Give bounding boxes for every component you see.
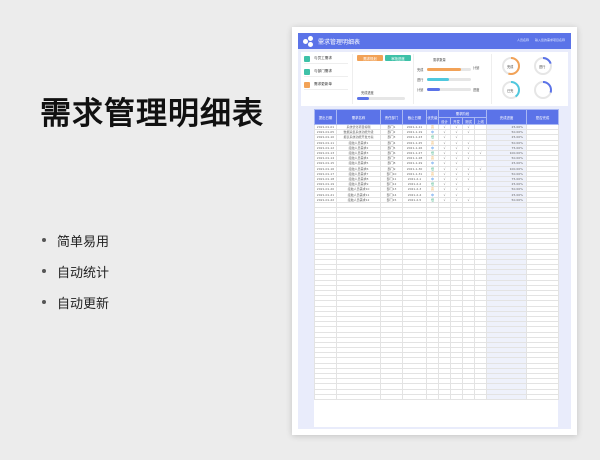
nav-label: 与员工需求 bbox=[314, 56, 332, 60]
nav-label: 与部门需求 bbox=[314, 69, 332, 73]
update-icon bbox=[304, 81, 310, 88]
cell-empty[interactable] bbox=[426, 393, 439, 400]
cell-date[interactable]: 2021-01-14 bbox=[314, 155, 337, 162]
cell-date[interactable]: 2021-01-16 bbox=[314, 165, 337, 172]
bar-fill bbox=[427, 88, 441, 91]
nav-item-update[interactable]: 需求更新单 bbox=[304, 80, 348, 90]
cell-empty[interactable] bbox=[336, 393, 381, 400]
cell-date[interactable]: 2021-01-13 bbox=[314, 149, 337, 157]
bar-label: 计划 bbox=[417, 88, 424, 92]
header-field-user[interactable]: 人员名称 bbox=[517, 38, 529, 42]
cell-empty[interactable] bbox=[380, 393, 403, 400]
table-row-empty[interactable] bbox=[314, 393, 559, 400]
stage-sub-test: 测试 bbox=[462, 117, 475, 125]
stage-sub-launch: 上线 bbox=[474, 117, 487, 125]
divider bbox=[352, 54, 353, 104]
col-header-due: 截止日期 bbox=[402, 109, 427, 125]
bar-track bbox=[427, 88, 471, 91]
dashboard-panel: 与员工需求 与部门需求 需求更新单 需求规划 审批进度 完成进度 需求数量 完成… bbox=[301, 52, 568, 106]
donut-chart bbox=[534, 81, 552, 99]
bars-title: 需求数量 bbox=[433, 58, 446, 62]
detail-table: 提出日期 需求名称 责任部门 截止日期 优先级 需求阶段 完成进度 是否完成 设… bbox=[314, 109, 559, 427]
bullet-dot-icon bbox=[42, 300, 46, 304]
left-progress-label: 完成进度 bbox=[361, 91, 374, 95]
cell-empty[interactable] bbox=[462, 393, 475, 400]
cell-empty[interactable] bbox=[450, 393, 463, 400]
cell-empty[interactable] bbox=[402, 393, 427, 400]
feature-item: 自动统计 bbox=[42, 263, 110, 281]
cell-empty[interactable] bbox=[474, 393, 487, 400]
spreadsheet-preview: 需求管理明细表 人员名称 输入您的需求项目名称 与员工需求 与部门需求 需求更新… bbox=[292, 27, 577, 435]
col-header-progress: 完成进度 bbox=[486, 109, 527, 125]
bullet-dot-icon bbox=[42, 238, 46, 242]
mid-label-plan: 计划 bbox=[473, 66, 480, 70]
bar-label: 完成 bbox=[417, 68, 424, 72]
app-logo-icon bbox=[303, 35, 314, 47]
cell-date[interactable]: 2021-01-12 bbox=[314, 144, 337, 151]
employee-icon bbox=[304, 55, 310, 62]
left-progress-track bbox=[357, 97, 405, 100]
cell-date[interactable]: 2021-01-18 bbox=[314, 175, 337, 183]
divider bbox=[413, 54, 414, 104]
cell-date[interactable]: 2021-01-17 bbox=[314, 170, 337, 177]
feature-item: 简单易用 bbox=[42, 232, 110, 250]
nav-item-employee[interactable]: 与员工需求 bbox=[304, 54, 348, 64]
feature-list: 简单易用 自动统计 自动更新 bbox=[42, 232, 109, 325]
feature-label: 自动统计 bbox=[57, 265, 110, 281]
department-icon bbox=[304, 68, 310, 75]
header-field-project[interactable]: 输入您的需求项目名称 bbox=[535, 38, 565, 42]
feature-item: 自动更新 bbox=[42, 294, 110, 312]
cell-date[interactable]: 2021-01-19 bbox=[314, 181, 337, 188]
approval-button[interactable]: 审批进度 bbox=[385, 55, 411, 61]
cell-date[interactable]: 2021-01-05 bbox=[314, 129, 337, 136]
bar-track bbox=[427, 68, 471, 71]
col-header-date: 提出日期 bbox=[314, 109, 337, 125]
col-header-priority: 优先级 bbox=[426, 109, 439, 125]
donut-label: 进行 bbox=[539, 65, 546, 69]
hero-title: 需求管理明细表 bbox=[40, 96, 264, 132]
col-header-name: 需求名称 bbox=[336, 109, 381, 125]
bar-fill bbox=[427, 68, 462, 71]
divider bbox=[491, 54, 492, 104]
feature-label: 简单易用 bbox=[57, 234, 110, 250]
donut-label: 完成 bbox=[507, 65, 514, 69]
nav-item-department[interactable]: 与部门需求 bbox=[304, 67, 348, 77]
plan-button[interactable]: 需求规划 bbox=[357, 55, 383, 61]
feature-label: 自动更新 bbox=[57, 296, 110, 312]
app-title: 需求管理明细表 bbox=[318, 38, 361, 46]
cell-empty[interactable] bbox=[486, 393, 527, 400]
cell-empty[interactable] bbox=[526, 393, 559, 400]
bar-fill bbox=[427, 78, 449, 81]
donut-label: 已完 bbox=[507, 89, 514, 93]
cell-date[interactable]: 2021-01-15 bbox=[314, 160, 337, 167]
mid-label-progress: 进度 bbox=[473, 88, 480, 92]
sheet-canvas: 需求管理明细表 人员名称 输入您的需求项目名称 与员工需求 与部门需求 需求更新… bbox=[298, 33, 571, 429]
cell-date[interactable]: 2021-01-21 bbox=[314, 191, 337, 198]
cell-date[interactable]: 2021-01-01 bbox=[314, 123, 337, 131]
cell-empty[interactable] bbox=[438, 393, 451, 400]
cell-date[interactable]: 2021-01-20 bbox=[314, 186, 337, 193]
cell-date[interactable]: 2021-01-11 bbox=[314, 139, 337, 146]
nav-label: 需求更新单 bbox=[314, 82, 332, 86]
stage-sub-dev: 开发 bbox=[450, 117, 463, 125]
bullet-dot-icon bbox=[42, 269, 46, 273]
header-fields: 人员名称 输入您的需求项目名称 bbox=[517, 38, 565, 42]
bar-label: 进行 bbox=[417, 78, 424, 82]
left-progress-fill bbox=[357, 97, 369, 100]
col-header-done: 是否完成 bbox=[526, 109, 559, 125]
cell-empty[interactable] bbox=[314, 393, 337, 400]
cell-date[interactable]: 2021-01-10 bbox=[314, 134, 337, 141]
cell-date[interactable]: 2021-01-22 bbox=[314, 196, 337, 203]
sheet-header-bar: 需求管理明细表 人员名称 输入您的需求项目名称 bbox=[298, 33, 571, 49]
col-header-stage: 需求阶段 bbox=[438, 109, 487, 118]
stage-sub-design: 设计 bbox=[438, 117, 451, 125]
col-header-dept: 责任部门 bbox=[380, 109, 403, 125]
bar-track bbox=[427, 78, 471, 81]
